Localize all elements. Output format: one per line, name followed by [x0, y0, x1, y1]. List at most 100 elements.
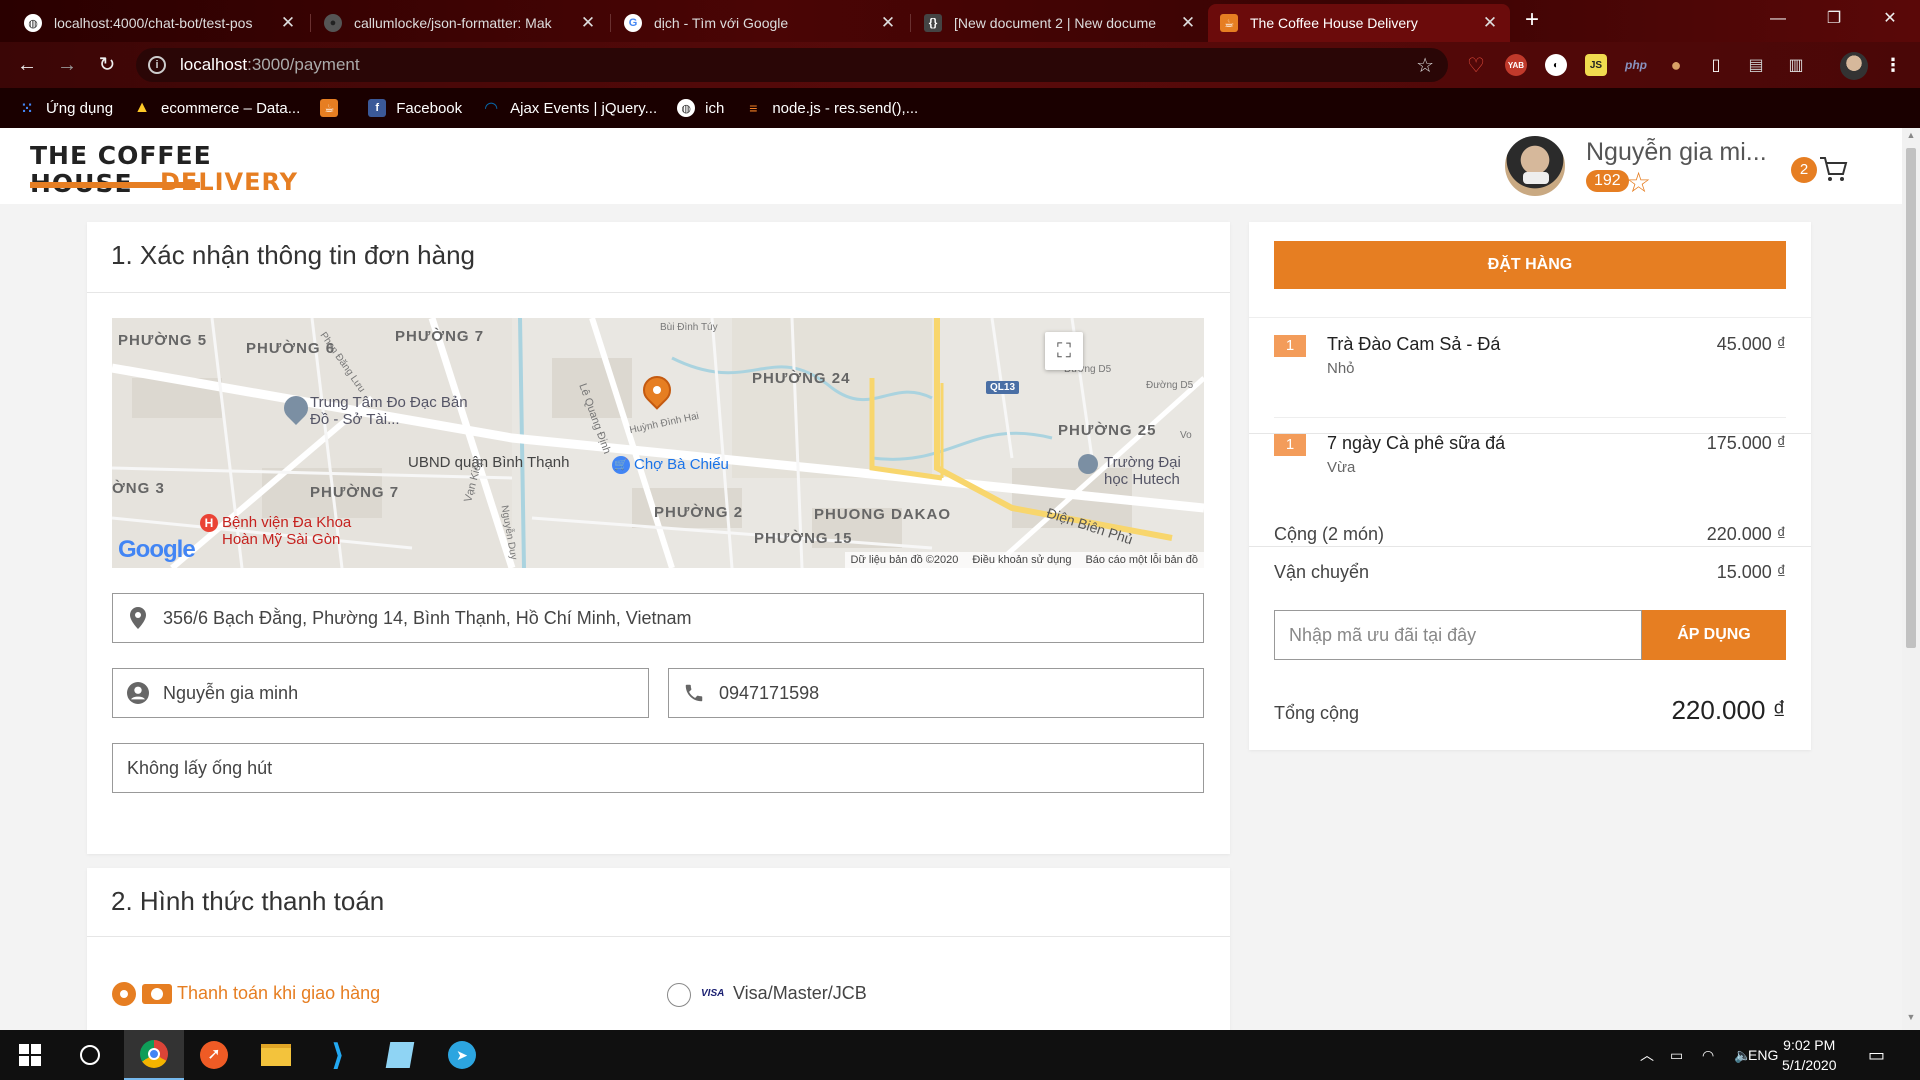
- browser-tab[interactable]: ◍ localhost:4000/chat-bot/test-pos ✕: [12, 4, 308, 42]
- order-summary-card: [1249, 222, 1811, 750]
- close-tab-icon[interactable]: ✕: [1482, 13, 1498, 33]
- bookmark-apps[interactable]: ⁙ Ứng dụng: [18, 99, 113, 117]
- card-option-label[interactable]: Visa/Master/JCB: [733, 983, 867, 1004]
- file-explorer-icon[interactable]: [246, 1030, 306, 1080]
- print-extension-icon[interactable]: ▥: [1785, 54, 1807, 76]
- page-scrollbar[interactable]: ▲ ▼: [1902, 128, 1920, 1030]
- extension-icon[interactable]: ◐: [1545, 54, 1567, 76]
- subtotal-value: 220.000 ₫: [1706, 524, 1786, 544]
- json-icon: {}: [924, 14, 942, 32]
- php-extension-icon[interactable]: php: [1625, 54, 1647, 76]
- apply-promo-button[interactable]: ÁP DỤNG: [1642, 610, 1786, 660]
- battery-icon[interactable]: ▭: [1670, 1030, 1683, 1080]
- site-header: THE COFFEE HOUSE DELIVERY Nguyễn gia mi.…: [0, 128, 1902, 204]
- back-button[interactable]: ←: [12, 50, 42, 80]
- minimize-button[interactable]: —: [1750, 0, 1806, 38]
- fullscreen-icon[interactable]: ⛶: [1045, 332, 1083, 370]
- windows-start-button[interactable]: [0, 1030, 60, 1080]
- url-text: localhost:3000/payment: [180, 55, 360, 74]
- bookmark-ich[interactable]: ◍ ich: [677, 99, 724, 117]
- map-terms-link[interactable]: Điều khoản sử dụng: [972, 554, 1071, 566]
- device-extension-icon[interactable]: ▯: [1705, 54, 1727, 76]
- close-tab-icon[interactable]: ✕: [880, 13, 896, 33]
- notepad-taskbar-icon[interactable]: [370, 1030, 430, 1080]
- user-name[interactable]: Nguyễn gia mi...: [1586, 138, 1767, 167]
- new-tab-button[interactable]: +: [1519, 8, 1545, 34]
- close-tab-icon[interactable]: ✕: [580, 13, 596, 33]
- user-avatar[interactable]: [1505, 136, 1565, 196]
- language-indicator[interactable]: ENG: [1748, 1030, 1778, 1080]
- forward-button[interactable]: →: [52, 50, 82, 80]
- wifi-icon[interactable]: ◠: [1702, 1030, 1714, 1080]
- phone-field[interactable]: 0947171598: [668, 668, 1204, 718]
- order-note-field[interactable]: Không lấy ống hút: [112, 743, 1204, 793]
- item-price: 175.000 ₫: [1706, 433, 1786, 453]
- customer-name-field[interactable]: Nguyễn gia minh: [112, 668, 649, 718]
- cookie-extension-icon[interactable]: ●: [1665, 54, 1687, 76]
- cart-icon[interactable]: [1818, 152, 1848, 184]
- bag-extension-icon[interactable]: ▤: [1745, 54, 1767, 76]
- item-size: Nhỏ: [1327, 360, 1355, 377]
- close-tab-icon[interactable]: ✕: [280, 13, 296, 33]
- location-pin-icon: [127, 607, 149, 629]
- payment-method-card: 2. Hình thức thanh toán: [87, 868, 1230, 1030]
- browser-tab[interactable]: {} [New document 2 | New docume ✕: [912, 4, 1208, 42]
- cod-option-label[interactable]: Thanh toán khi giao hàng: [177, 983, 380, 1004]
- menu-kebab-icon[interactable]: ⋮: [1882, 54, 1904, 76]
- browser-tab[interactable]: G dịch - Tìm với Google ✕: [612, 4, 908, 42]
- site-logo[interactable]: THE COFFEE HOUSE DELIVERY: [30, 142, 297, 198]
- close-window-button[interactable]: ✕: [1862, 0, 1918, 38]
- subtotal-label: Cộng (2 món): [1274, 524, 1385, 544]
- yab-extension-icon[interactable]: YAB: [1505, 54, 1527, 76]
- card-radio[interactable]: [667, 983, 691, 1007]
- cortana-search-icon[interactable]: [60, 1030, 120, 1080]
- telegram-taskbar-icon[interactable]: ➤: [432, 1030, 492, 1080]
- facebook-icon: f: [368, 99, 387, 117]
- address-bar[interactable]: i localhost:3000/payment ☆: [136, 48, 1448, 82]
- profile-avatar-icon[interactable]: [1840, 52, 1868, 80]
- js-extension-icon[interactable]: JS: [1585, 54, 1607, 76]
- scroll-down-icon[interactable]: ▼: [1902, 1012, 1920, 1028]
- restore-button[interactable]: ❐: [1806, 0, 1862, 38]
- bookmark-stackoverflow[interactable]: ≡ node.js - res.send(),...: [744, 99, 918, 117]
- scroll-thumb[interactable]: [1906, 148, 1916, 648]
- account-circle-icon: [127, 682, 149, 704]
- map-report-link[interactable]: Báo cáo một lỗi bản đồ: [1085, 554, 1198, 566]
- browser-tab-bar: ◍ localhost:4000/chat-bot/test-pos ✕ ● c…: [0, 0, 1920, 42]
- notification-center-icon[interactable]: ▭: [1868, 1030, 1885, 1080]
- promo-code-input[interactable]: Nhập mã ưu đãi tại đây: [1274, 610, 1642, 660]
- location-map[interactable]: PHƯỜNG 5 PHƯỜNG 6 PHƯỜNG 7 PHƯỜNG 24 PHƯ…: [112, 318, 1204, 568]
- info-icon[interactable]: i: [148, 56, 166, 74]
- browser-tab[interactable]: ● callumlocke/json-formatter: Mak ✕: [312, 4, 608, 42]
- item-name[interactable]: Trà Đào Cam Sả - Đá: [1327, 334, 1500, 355]
- item-qty-badge: 1: [1274, 335, 1306, 357]
- bookmark-star-icon[interactable]: ☆: [1416, 53, 1434, 78]
- hospital-map-icon[interactable]: H: [200, 514, 218, 532]
- scroll-up-icon[interactable]: ▲: [1902, 130, 1920, 146]
- bookmark-facebook[interactable]: f Facebook: [368, 99, 462, 117]
- clock[interactable]: 9:02 PM 5/1/2020: [1782, 1030, 1837, 1080]
- chrome-taskbar-icon[interactable]: [124, 1030, 184, 1080]
- section-title: 2. Hình thức thanh toán: [111, 886, 385, 916]
- reload-button[interactable]: ↻: [92, 50, 122, 80]
- visa-icon: VISA: [701, 988, 725, 999]
- heart-extension-icon[interactable]: ♡: [1465, 54, 1487, 77]
- postman-taskbar-icon[interactable]: ➚: [184, 1030, 244, 1080]
- item-name[interactable]: 7 ngày Cà phê sữa đá: [1327, 433, 1505, 454]
- total-value: 220.000 ₫: [1671, 695, 1786, 725]
- bookmark-firebase[interactable]: ▲ ecommerce – Data...: [133, 99, 300, 117]
- bookmark-coffee-house[interactable]: ☕: [320, 99, 348, 117]
- item-size: Vừa: [1327, 459, 1356, 476]
- close-tab-icon[interactable]: ✕: [1180, 13, 1196, 33]
- cod-radio-selected[interactable]: [112, 982, 136, 1006]
- bookmark-jquery[interactable]: ◠ Ajax Events | jQuery...: [482, 99, 657, 118]
- place-order-button[interactable]: ĐẶT HÀNG: [1274, 241, 1786, 289]
- shopping-cart-map-icon[interactable]: 🛒: [612, 456, 630, 474]
- browser-tab-active[interactable]: ☕ The Coffee House Delivery ✕: [1208, 4, 1510, 42]
- address-field[interactable]: 356/6 Bạch Đằng, Phường 14, Bình Thạnh, …: [112, 593, 1204, 643]
- vscode-taskbar-icon[interactable]: ⟩: [308, 1030, 368, 1080]
- shipping-value: 15.000 ₫: [1716, 562, 1786, 582]
- jquery-icon: ◠: [484, 100, 498, 117]
- school-map-icon[interactable]: [1078, 454, 1098, 474]
- show-hidden-icons[interactable]: ︿: [1640, 1030, 1654, 1080]
